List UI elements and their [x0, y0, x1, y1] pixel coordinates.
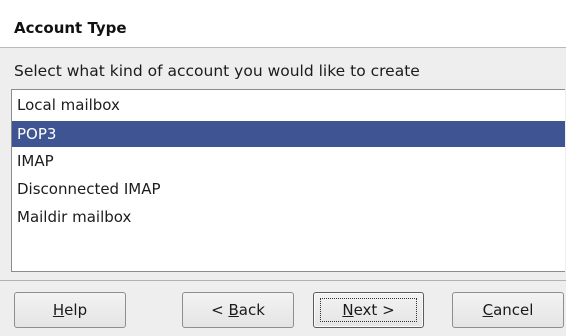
button-divider [0, 280, 566, 281]
page-header: Account Type [0, 0, 566, 48]
list-item-disconnected-imap[interactable]: Disconnected IMAP [12, 176, 565, 202]
help-button[interactable]: Help [14, 292, 126, 328]
account-type-list[interactable]: Local mailbox POP3 IMAP Disconnected IMA… [11, 89, 565, 272]
next-button[interactable]: Next > [313, 292, 424, 328]
next-button-label: Next > [342, 301, 395, 319]
list-item-maildir-mailbox[interactable]: Maildir mailbox [12, 204, 565, 230]
back-button-label: < Back [211, 301, 265, 319]
help-button-label: Help [52, 301, 88, 319]
list-item-pop3[interactable]: POP3 [12, 121, 565, 147]
cancel-button-label: Cancel [482, 301, 534, 319]
instruction-text: Select what kind of account you would li… [14, 62, 420, 80]
list-item-local-mailbox[interactable]: Local mailbox [12, 92, 565, 118]
page-title: Account Type [14, 19, 127, 37]
list-item-imap[interactable]: IMAP [12, 148, 565, 174]
back-button[interactable]: < Back [182, 292, 294, 328]
cancel-button[interactable]: Cancel [452, 292, 564, 328]
